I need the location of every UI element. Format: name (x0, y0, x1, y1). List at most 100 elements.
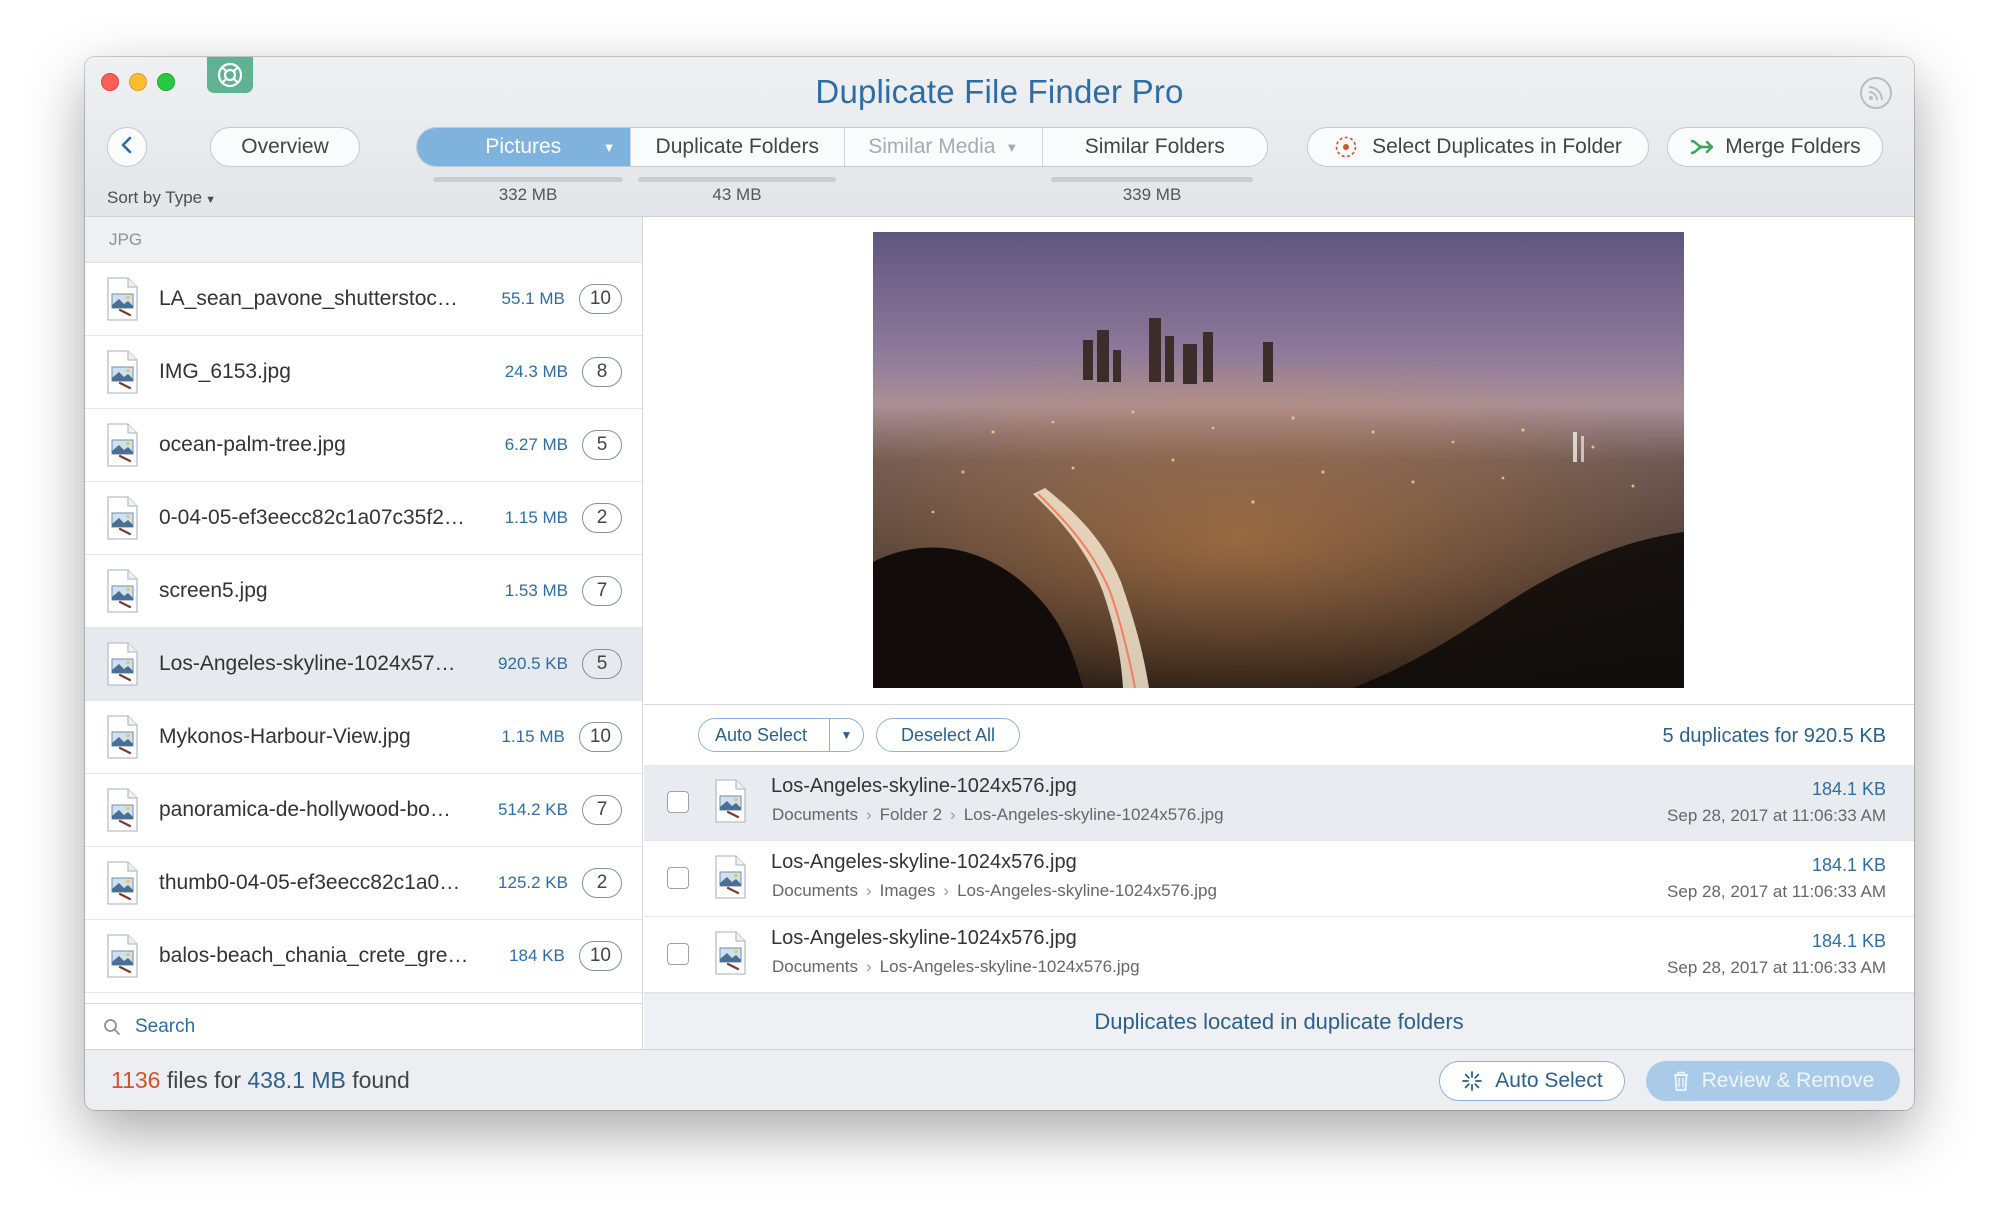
rss-feed-icon[interactable] (1860, 77, 1892, 109)
search-bar[interactable] (85, 1003, 642, 1049)
merge-folders-label: Merge Folders (1725, 135, 1861, 158)
file-list-item[interactable]: screen5.jpg 1.53 MB 7 (85, 555, 642, 628)
total-size: 438.1 MB (247, 1067, 346, 1093)
file-name: LA_sean_pavone_shutterstoc… (159, 287, 458, 310)
image-file-icon (105, 423, 139, 467)
status-bar: 1136 files for 438.1 MB found Auto Selec… (85, 1049, 1914, 1110)
duplicate-count-badge: 10 (578, 941, 622, 971)
duplicate-folders-size-bar (638, 177, 836, 182)
file-name: Mykonos-Harbour-View.jpg (159, 725, 411, 748)
auto-select-split-button[interactable]: Auto Select ▼ (698, 718, 864, 752)
tab-similar-folders[interactable]: Similar Folders (1043, 128, 1267, 166)
duplicate-row[interactable]: Los-Angeles-skyline-1024x576.jpg Document… (644, 841, 1914, 917)
path-segment[interactable]: Los-Angeles-skyline-1024x576.jpg (957, 881, 1217, 900)
tab-duplicate-folders-label: Duplicate Folders (655, 135, 819, 158)
image-file-icon (713, 931, 747, 980)
status-middle: files for (160, 1067, 248, 1093)
tab-similar-media-label: Similar Media (868, 135, 996, 158)
target-icon (1334, 135, 1358, 159)
duplicate-row[interactable]: Los-Angeles-skyline-1024x576.jpg Document… (644, 917, 1914, 993)
duplicate-size: 184.1 KB (1811, 855, 1886, 875)
file-list-item[interactable]: IMG_6153.jpg 24.3 MB 8 (85, 336, 642, 409)
auto-select-button[interactable]: Auto Select (1439, 1061, 1625, 1101)
path-segment[interactable]: Documents (772, 805, 858, 824)
file-name: screen5.jpg (159, 579, 268, 602)
back-button[interactable] (107, 127, 147, 167)
image-preview-area (644, 217, 1914, 705)
duplicate-count-badge: 8 (582, 357, 622, 387)
duplicate-count-badge: 7 (582, 795, 622, 825)
app-window: Duplicate File Finder Pro Overview Pictu… (85, 57, 1914, 1110)
path-segment[interactable]: Los-Angeles-skyline-1024x576.jpg (880, 957, 1140, 976)
search-input[interactable] (135, 1015, 535, 1038)
duplicate-count-badge: 5 (582, 649, 622, 679)
duplicate-file-name: Los-Angeles-skyline-1024x576.jpg (771, 851, 1077, 873)
file-size: 125.2 KB (498, 873, 568, 892)
chevron-down-icon[interactable]: ▼ (829, 719, 863, 751)
sparkle-icon (1461, 1070, 1483, 1092)
path-separator: › (943, 881, 950, 900)
sort-by-dropdown[interactable]: Sort by Type ▼ (107, 188, 216, 208)
status-summary: 1136 files for 438.1 MB found (111, 1067, 410, 1094)
path-segment[interactable]: Documents (772, 881, 858, 900)
duplicate-count-badge: 10 (578, 284, 622, 314)
file-list-item[interactable]: ocean-palm-tree.jpg 6.27 MB 5 (85, 409, 642, 482)
file-size: 24.3 MB (504, 362, 568, 381)
path-separator: › (865, 881, 872, 900)
search-icon (103, 1018, 121, 1036)
tab-duplicate-folders[interactable]: Duplicate Folders (631, 128, 845, 166)
file-list-item[interactable]: balos-beach_chania_crete_gre… 184 KB 10 (85, 920, 642, 993)
pictures-size-label: 332 MB (498, 185, 558, 204)
file-name: 0-04-05-ef3eecc82c1a07c35f2… (159, 506, 465, 529)
file-list-item[interactable]: panoramica-de-hollywood-bo… 514.2 KB 7 (85, 774, 642, 847)
duplicate-count-badge: 5 (582, 430, 622, 460)
duplicate-count-badge: 10 (578, 722, 622, 752)
tab-pictures[interactable]: Pictures ▼ (417, 128, 631, 166)
path-separator: › (865, 805, 872, 824)
tab-similar-media[interactable]: Similar Media ▼ (845, 128, 1043, 166)
duplicate-count-badge: 7 (582, 576, 622, 606)
path-segment[interactable]: Folder 2 (880, 805, 942, 824)
duplicate-path: Documents › Los-Angeles-skyline-1024x576.j… (772, 957, 1140, 977)
sort-by-label: Sort by Type (107, 188, 203, 207)
image-file-icon (105, 350, 139, 394)
duplicate-checkbox[interactable] (667, 943, 689, 965)
duplicate-size: 184.1 KB (1811, 779, 1886, 799)
review-and-remove-button[interactable]: Review & Remove (1646, 1061, 1900, 1101)
tab-similar-folders-label: Similar Folders (1084, 135, 1225, 158)
duplicate-checkbox[interactable] (667, 791, 689, 813)
deselect-all-button[interactable]: Deselect All (876, 718, 1020, 752)
duplicate-date: Sep 28, 2017 at 11:06:33 AM (1667, 958, 1886, 977)
select-duplicates-in-folder-button[interactable]: Select Duplicates in Folder (1307, 127, 1649, 167)
duplicate-controls: Auto Select ▼ Deselect All 5 duplicates … (644, 705, 1914, 765)
image-file-icon (713, 779, 747, 828)
file-list-item[interactable]: LA_sean_pavone_shutterstoc… 55.1 MB 10 (85, 263, 642, 336)
path-segment[interactable]: Images (880, 881, 936, 900)
pictures-size-bar (433, 177, 623, 182)
status-suffix: found (345, 1067, 410, 1093)
merge-folders-button[interactable]: Merge Folders (1667, 127, 1883, 167)
chevron-down-icon[interactable]: ▼ (603, 140, 616, 155)
file-size: 1.15 MB (501, 727, 565, 746)
duplicate-checkbox[interactable] (667, 867, 689, 889)
duplicate-folders-size-label: 43 MB (712, 185, 762, 204)
path-separator: › (865, 957, 872, 976)
file-size: 184 KB (509, 946, 565, 965)
chevron-down-icon[interactable]: ▼ (1005, 140, 1018, 155)
duplicate-row[interactable]: Los-Angeles-skyline-1024x576.jpg Document… (644, 765, 1914, 841)
file-size: 6.27 MB (504, 435, 568, 454)
file-list-item[interactable]: thumb0-04-05-ef3eecc82c1a0… 125.2 KB 2 (85, 847, 642, 920)
overview-button[interactable]: Overview (210, 127, 360, 167)
similar-folders-size-label: 339 MB (1122, 185, 1182, 204)
file-list-item[interactable]: Los-Angeles-skyline-1024x57… 920.5 KB 5 (85, 628, 642, 701)
file-name: panoramica-de-hollywood-bo… (159, 798, 451, 821)
path-segment[interactable]: Los-Angeles-skyline-1024x576.jpg (964, 805, 1224, 824)
path-segment[interactable]: Documents (772, 957, 858, 976)
category-tabs: Pictures ▼ Duplicate Folders Similar Med… (416, 127, 1268, 167)
file-list-item[interactable]: 0-04-05-ef3eecc82c1a07c35f2… 1.15 MB 2 (85, 482, 642, 555)
file-size: 514.2 KB (498, 800, 568, 819)
file-list-item[interactable]: Mykonos-Harbour-View.jpg 1.15 MB 10 (85, 701, 642, 774)
auto-select-bottom-label: Auto Select (1495, 1069, 1603, 1092)
image-file-icon (105, 277, 139, 321)
chevron-down-icon: ▼ (205, 194, 217, 206)
